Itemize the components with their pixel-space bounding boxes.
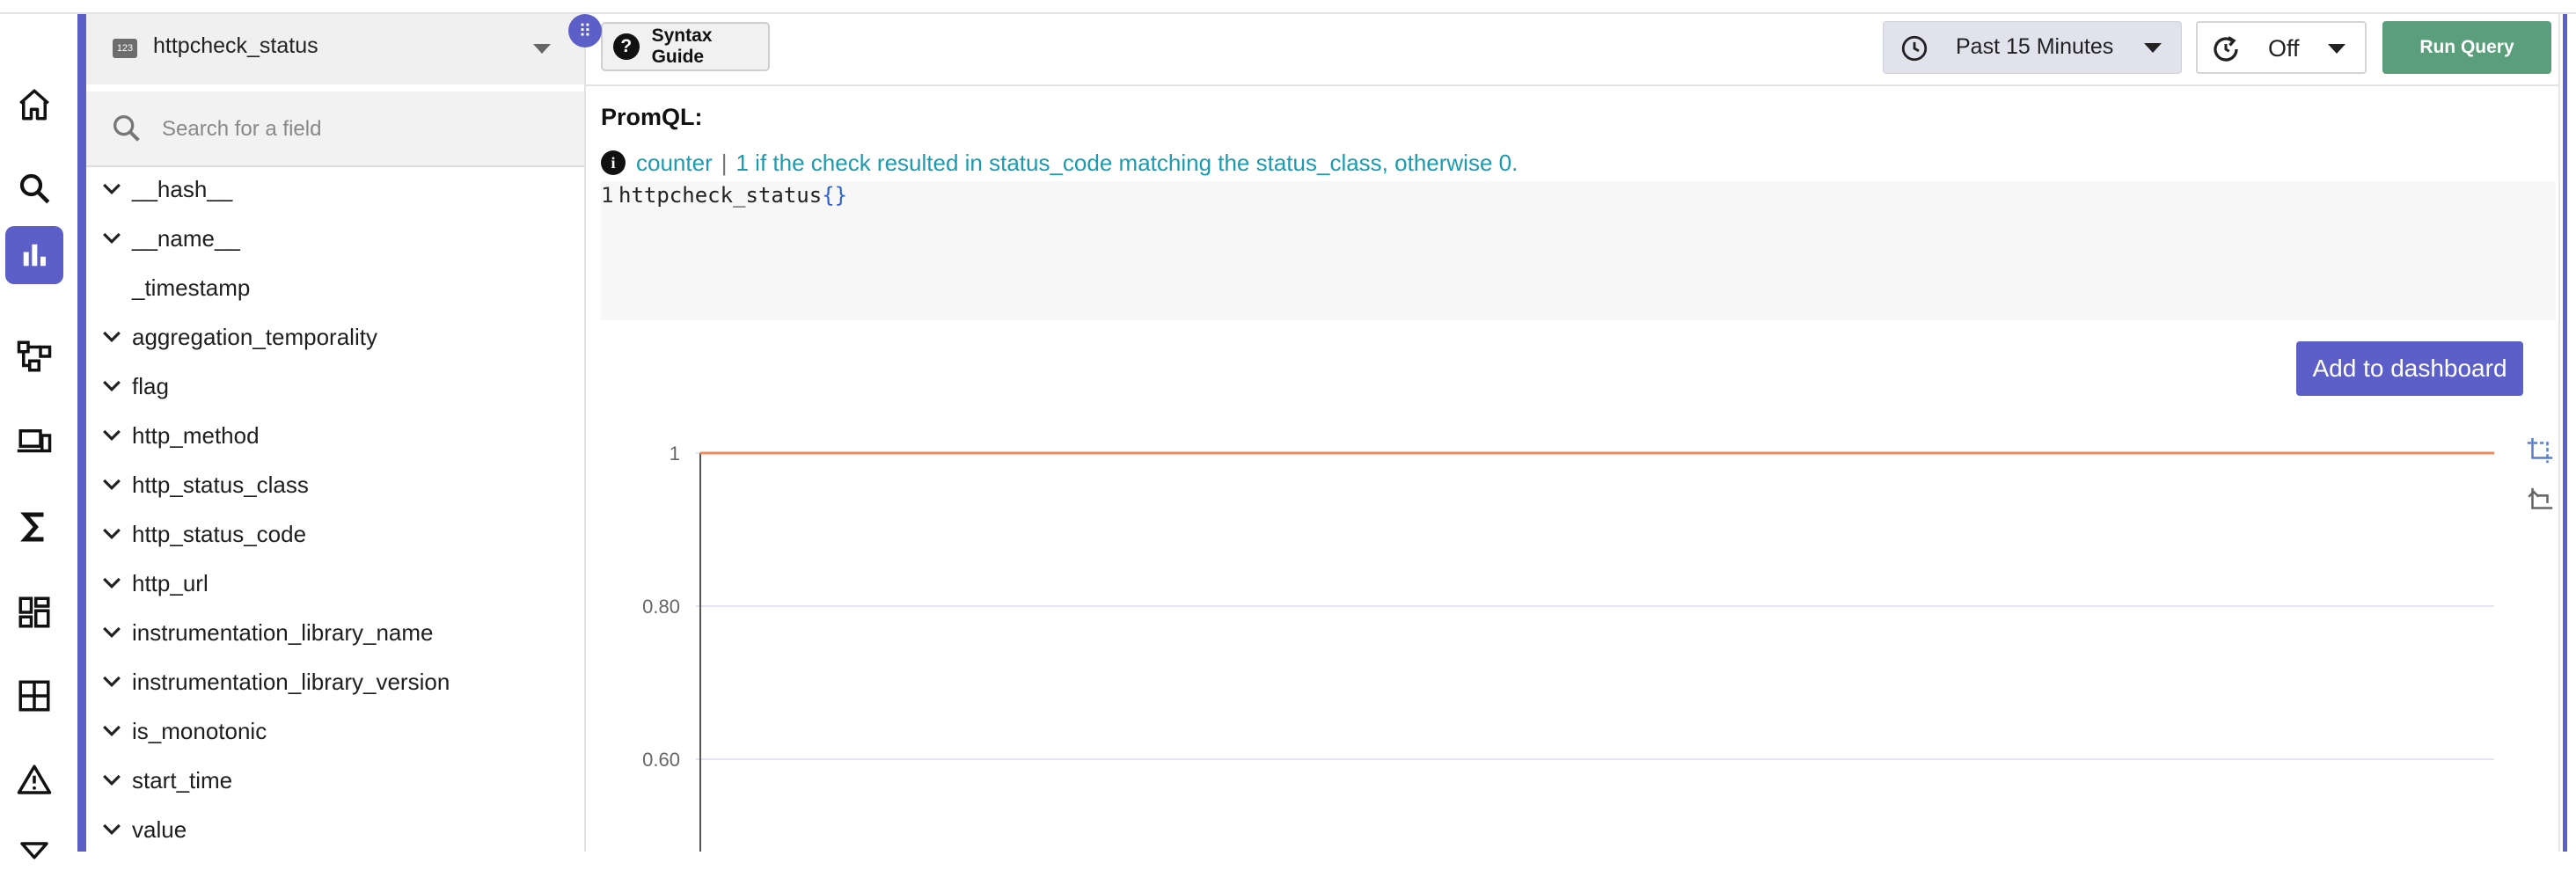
chevron-down-icon <box>103 183 121 195</box>
field-label: http_status_class <box>132 472 309 498</box>
y-tick-label: 1 <box>670 442 680 464</box>
search-icon[interactable] <box>5 159 63 217</box>
field-item[interactable]: http_url <box>86 563 584 609</box>
syntax-guide-label: Syntax Guide <box>651 26 713 67</box>
selected-metric: httpcheck_status <box>153 33 318 58</box>
query-editor[interactable]: 1 httpcheck_status{} <box>601 181 2556 320</box>
field-label: instrumentation_library_name <box>132 619 434 646</box>
metric-type: counter <box>636 149 713 176</box>
field-label: instrumentation_library_version <box>132 669 450 695</box>
metric-description: 1 if the check resulted in status_code m… <box>735 149 1519 176</box>
time-range-label: Past 15 Minutes <box>1956 34 2114 59</box>
field-item[interactable]: instrumentation_library_name <box>86 612 584 658</box>
y-tick-label: 0.60 <box>642 749 680 771</box>
field-item[interactable]: is_monotonic <box>86 711 584 757</box>
zoom-select-icon[interactable] <box>2525 435 2555 465</box>
dropdown-caret-icon <box>533 44 551 54</box>
chevron-down-icon <box>103 528 121 540</box>
field-label: aggregation_temporality <box>132 324 377 350</box>
traces-icon[interactable] <box>5 327 63 385</box>
field-item[interactable]: __name__ <box>86 218 584 264</box>
line-number: 1 <box>601 183 614 208</box>
field-item[interactable]: start_time <box>86 760 584 806</box>
chevron-down-icon <box>103 429 121 442</box>
chevron-down-icon <box>103 626 121 639</box>
chevron-down-icon <box>103 725 121 737</box>
search-divider <box>86 165 584 167</box>
field-label: __name__ <box>132 225 240 252</box>
search-icon <box>113 115 140 142</box>
field-label: __hash__ <box>132 176 233 202</box>
field-item[interactable]: _timestamp <box>86 267 584 313</box>
metric-selector[interactable]: 123 httpcheck_status <box>86 14 584 84</box>
refresh-icon <box>2214 36 2238 62</box>
metrics-icon[interactable] <box>5 226 63 284</box>
home-icon[interactable] <box>5 76 63 134</box>
query-metric: httpcheck_status <box>618 183 823 208</box>
time-range-picker[interactable]: Past 15 Minutes <box>1883 21 2182 74</box>
chevron-down-icon <box>2144 43 2162 53</box>
right-accent-bar <box>2563 14 2567 852</box>
chevron-down-icon <box>103 479 121 491</box>
chart-tools <box>2525 435 2557 520</box>
field-search <box>86 91 584 167</box>
nav-accent-bar <box>77 14 86 852</box>
alerts-icon[interactable] <box>5 751 63 809</box>
field-search-input[interactable] <box>160 111 551 148</box>
chevron-down-icon <box>103 577 121 589</box>
field-item[interactable]: http_method <box>86 415 584 461</box>
field-label: value <box>132 816 187 843</box>
field-item[interactable]: value <box>86 809 584 855</box>
refresh-label: Off <box>2268 35 2300 62</box>
auto-refresh-picker[interactable]: Off <box>2196 21 2367 74</box>
query-braces: {} <box>822 183 848 208</box>
chevron-down-icon <box>103 380 121 392</box>
field-panel: 123 httpcheck_status __hash__ __name__ _ti… <box>86 14 586 852</box>
field-label: _timestamp <box>132 274 251 301</box>
zoom-reset-icon[interactable] <box>2525 486 2555 516</box>
chevron-down-icon <box>103 823 121 836</box>
main-nav <box>0 14 77 859</box>
rum-icon[interactable] <box>5 413 63 471</box>
right-scroll-edge <box>2558 14 2576 852</box>
metric-info: i counter | 1 if the check resulted in s… <box>601 148 1518 178</box>
run-query-button[interactable]: Run Query <box>2382 21 2551 74</box>
metric-chart[interactable]: 1 0.80 0.60 <box>601 413 2556 852</box>
field-item[interactable]: aggregation_temporality <box>86 317 584 362</box>
chevron-down-icon <box>2328 44 2345 54</box>
field-label: is_monotonic <box>132 718 267 744</box>
streams-icon[interactable] <box>5 667 63 725</box>
field-item[interactable]: flag <box>86 366 584 412</box>
field-label: flag <box>132 373 169 399</box>
field-item[interactable]: http_status_class <box>86 464 584 510</box>
field-item[interactable]: __hash__ <box>86 169 584 215</box>
y-tick-label: 0.80 <box>642 596 680 618</box>
chevron-down-icon <box>103 232 121 245</box>
numeric-type-icon: 123 <box>113 39 137 58</box>
field-item[interactable]: instrumentation_library_version <box>86 662 584 707</box>
info-separator: | <box>721 149 728 176</box>
help-icon: ? <box>613 33 640 60</box>
field-item[interactable]: http_status_code <box>86 514 584 560</box>
functions-icon[interactable] <box>5 498 63 556</box>
dashboards-icon[interactable] <box>5 583 63 641</box>
chevron-down-icon <box>103 774 121 786</box>
chevron-down-icon <box>103 331 121 343</box>
field-label: http_url <box>132 570 209 596</box>
field-label: http_status_code <box>132 521 307 547</box>
add-to-dashboard-button[interactable]: Add to dashboard <box>2296 341 2523 396</box>
query-language-title: PromQL: <box>601 104 703 130</box>
clock-icon <box>1901 35 1928 62</box>
field-label: http_method <box>132 422 260 449</box>
query-code: httpcheck_status{} <box>618 183 847 208</box>
syntax-guide-button[interactable]: ? Syntax Guide <box>601 22 770 71</box>
toolbar-divider <box>586 84 2576 86</box>
info-icon: i <box>601 150 626 175</box>
panel-resize-handle[interactable]: ⠿ <box>568 14 602 48</box>
chevron-down-icon <box>103 676 121 688</box>
field-label: start_time <box>132 767 233 794</box>
pipelines-icon[interactable] <box>5 827 63 885</box>
